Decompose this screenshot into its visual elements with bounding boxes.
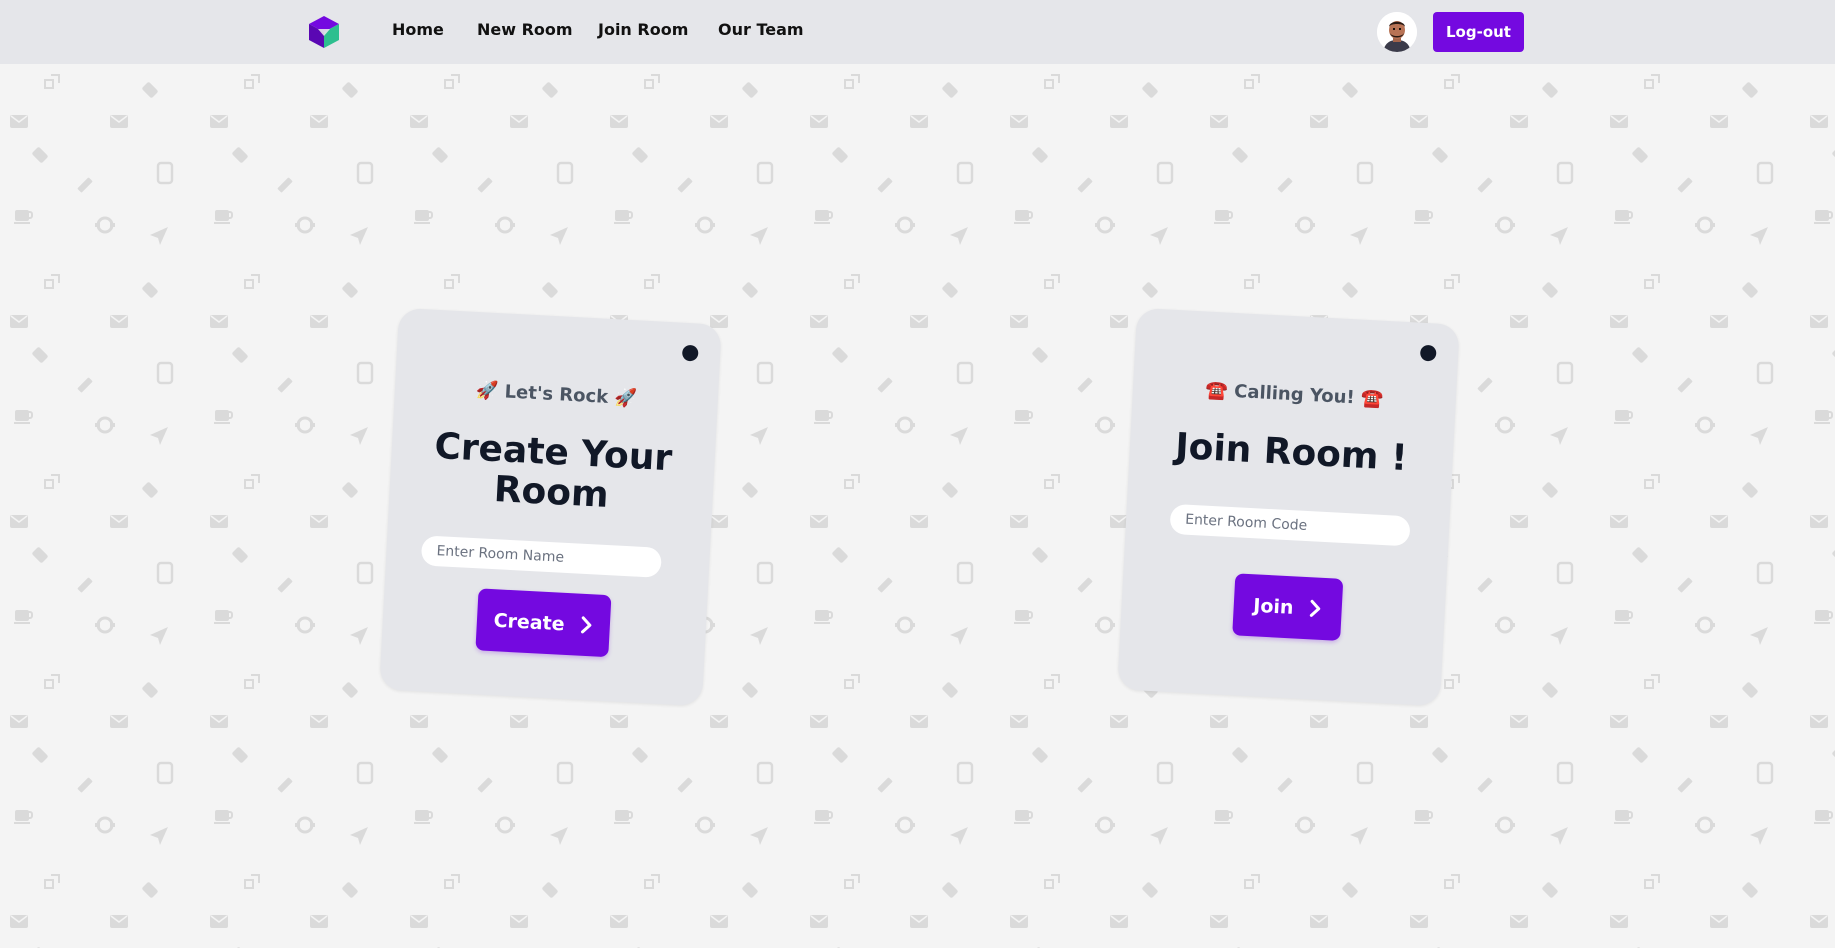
create-button[interactable]: Create — [475, 588, 612, 658]
nav-home-link[interactable]: Home — [392, 20, 444, 39]
cube-logo-icon[interactable] — [306, 14, 342, 50]
navbar: Home New Room Join Room Our Team Log-out — [0, 0, 1835, 64]
room-code-input[interactable] — [1169, 503, 1411, 547]
chevron-right-icon — [1310, 600, 1321, 618]
create-button-label: Create — [493, 609, 566, 636]
nav-join-room-link[interactable]: Join Room — [598, 20, 688, 39]
join-card-title: Join Room ! — [1174, 426, 1409, 480]
user-avatar-icon[interactable] — [1377, 12, 1417, 52]
join-button[interactable]: Join — [1232, 573, 1344, 641]
chevron-right-icon — [581, 616, 592, 634]
card-dot-icon — [1419, 344, 1437, 362]
join-card-eyebrow: ☎️ Calling You! ☎️ — [1204, 379, 1384, 410]
room-name-input[interactable] — [420, 535, 663, 578]
background-pattern — [0, 0, 1835, 948]
join-button-label: Join — [1252, 594, 1295, 619]
logout-button[interactable]: Log-out — [1433, 12, 1524, 52]
create-room-card: 🚀 Let's Rock 🚀 Create Your Room Create — [379, 307, 722, 707]
create-card-title: Create Your Room — [433, 425, 674, 516]
nav-new-room-link[interactable]: New Room — [477, 20, 573, 39]
create-card-eyebrow: 🚀 Let's Rock 🚀 — [475, 379, 638, 410]
join-room-card: ☎️ Calling You! ☎️ Join Room ! Join — [1117, 307, 1460, 707]
nav-our-team-link[interactable]: Our Team — [718, 20, 804, 39]
card-dot-icon — [681, 344, 699, 362]
